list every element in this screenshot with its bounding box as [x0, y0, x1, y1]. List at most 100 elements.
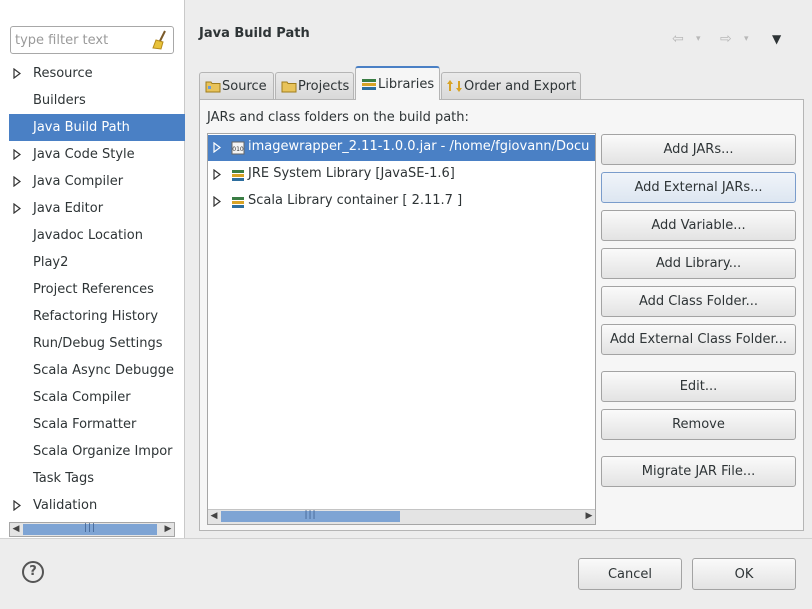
sidebar-item-run-debug-settings[interactable]: Run/Debug Settings — [0, 330, 185, 357]
libraries-icon — [362, 79, 376, 90]
source-folder-icon — [205, 81, 221, 93]
expand-arrow-icon[interactable] — [13, 500, 21, 511]
sidebar-item-label: Scala Compiler — [33, 390, 131, 405]
help-icon[interactable]: ? — [22, 561, 44, 583]
tab-label: Order and Export — [464, 79, 577, 94]
sidebar-item-scala-compiler[interactable]: Scala Compiler — [0, 384, 185, 411]
sidebar-item-label: Project References — [33, 282, 154, 297]
preference-tree: Resource Builders Java Build Path Java C… — [0, 60, 185, 519]
sidebar-item-java-editor[interactable]: Java Editor — [0, 195, 185, 222]
add-external-class-folder-button[interactable]: Add External Class Folder... — [601, 324, 796, 355]
tab-source[interactable]: Source — [199, 72, 274, 100]
expand-arrow-icon[interactable] — [13, 176, 21, 187]
sidebar-item-label: Scala Organize Impor — [33, 444, 173, 459]
sidebar-item-label: Refactoring History — [33, 309, 159, 324]
remove-button[interactable]: Remove — [601, 409, 796, 440]
list-item[interactable]: 010 imagewrapper_2.11-1.0.0.jar - /home/… — [208, 135, 595, 161]
tab-order-and-export[interactable]: Order and Export — [441, 72, 581, 100]
footer-divider — [0, 538, 812, 539]
sidebar-item-java-code-style[interactable]: Java Code Style — [0, 141, 185, 168]
add-library-button[interactable]: Add Library... — [601, 248, 796, 279]
sidebar-item-play2[interactable]: Play2 — [0, 249, 185, 276]
back-dropdown-icon[interactable]: ▾ — [696, 30, 701, 48]
sidebar-item-java-build-path[interactable]: Java Build Path — [9, 114, 185, 141]
tab-label: Source — [222, 79, 267, 94]
sidebar-item-java-compiler[interactable]: Java Compiler — [0, 168, 185, 195]
sidebar-item-resource[interactable]: Resource — [0, 60, 185, 87]
add-variable-button[interactable]: Add Variable... — [601, 210, 796, 241]
page-title: Java Build Path — [199, 26, 310, 41]
sidebar-item-builders[interactable]: Builders — [0, 87, 185, 114]
sidebar-item-label: Resource — [33, 66, 93, 81]
expand-arrow-icon[interactable] — [213, 169, 221, 180]
sidebar-item-scala-organize-imports[interactable]: Scala Organize Impor — [0, 438, 185, 465]
sidebar-item-label: Java Build Path — [33, 120, 130, 135]
add-external-jars-button[interactable]: Add External JARs... — [601, 172, 796, 203]
scroll-left-arrow-icon[interactable]: ◀ — [10, 523, 22, 536]
broom-icon[interactable] — [151, 30, 169, 50]
projects-folder-icon — [281, 81, 297, 93]
order-export-icon — [447, 80, 462, 92]
expand-arrow-icon[interactable] — [213, 196, 221, 207]
tab-label: Libraries — [378, 77, 435, 92]
add-jars-button[interactable]: Add JARs... — [601, 134, 796, 165]
sidebar-item-label: Play2 — [33, 255, 69, 270]
sidebar-item-validation[interactable]: Validation — [0, 492, 185, 519]
sidebar-item-label: Java Editor — [33, 201, 104, 216]
sidebar-item-label: Scala Async Debugge — [33, 363, 174, 378]
add-class-folder-button[interactable]: Add Class Folder... — [601, 286, 796, 317]
tab-projects[interactable]: Projects — [275, 72, 354, 100]
scrollbar-thumb[interactable]: ||| — [221, 510, 400, 522]
sidebar-item-label: Validation — [33, 498, 98, 513]
ok-button[interactable]: OK — [692, 558, 796, 590]
section-label: JARs and class folders on the build path… — [207, 110, 469, 125]
sidebar-item-label: Scala Formatter — [33, 417, 137, 432]
scrollbar-thumb[interactable]: ||| — [23, 523, 157, 535]
forward-arrow-icon[interactable]: ⇨ — [720, 30, 732, 48]
scroll-right-arrow-icon[interactable]: ▶ — [162, 523, 174, 536]
svg-text:010: 010 — [232, 146, 244, 153]
library-entry-label: imagewrapper_2.11-1.0.0.jar - /home/fgio… — [248, 139, 590, 154]
sidebar-item-refactoring-history[interactable]: Refactoring History — [0, 303, 185, 330]
preferences-sidebar: Resource Builders Java Build Path Java C… — [0, 0, 185, 538]
list-item[interactable]: JRE System Library [JavaSE-1.6] — [208, 162, 595, 188]
tab-libraries[interactable]: Libraries — [355, 66, 440, 100]
tab-label: Projects — [298, 79, 350, 94]
sidebar-item-label: Task Tags — [33, 471, 94, 486]
sidebar-horizontal-scrollbar[interactable]: ◀ ||| ▶ — [9, 522, 175, 537]
filter-field[interactable] — [10, 26, 174, 54]
expand-arrow-icon[interactable] — [213, 142, 221, 153]
sidebar-item-label: Java Compiler — [33, 174, 124, 189]
forward-dropdown-icon[interactable]: ▾ — [744, 30, 749, 48]
sidebar-item-javadoc-location[interactable]: Javadoc Location — [0, 222, 185, 249]
cancel-button[interactable]: Cancel — [578, 558, 682, 590]
filter-input[interactable] — [15, 30, 149, 50]
sidebar-item-label: Run/Debug Settings — [33, 336, 163, 351]
list-item[interactable]: Scala Library container [ 2.11.7 ] — [208, 189, 595, 215]
migrate-jar-file-button[interactable]: Migrate JAR File... — [601, 456, 796, 487]
library-entry-label: JRE System Library [JavaSE-1.6] — [248, 166, 455, 181]
grip-icon: ||| — [83, 523, 97, 533]
scroll-right-arrow-icon[interactable]: ▶ — [583, 510, 595, 523]
sidebar-item-label: Javadoc Location — [33, 228, 143, 243]
expand-arrow-icon[interactable] — [13, 68, 21, 79]
scroll-left-arrow-icon[interactable]: ◀ — [208, 510, 220, 523]
edit-button[interactable]: Edit... — [601, 371, 796, 402]
jar-icon: 010 — [231, 141, 245, 155]
library-icon — [232, 197, 244, 208]
sidebar-item-label: Builders — [33, 93, 86, 108]
page-navigation: ⇦ ▾ ⇨ ▾ ▼ — [672, 30, 798, 48]
back-arrow-icon[interactable]: ⇦ — [672, 30, 684, 48]
sidebar-item-scala-async-debugger[interactable]: Scala Async Debugge — [0, 357, 185, 384]
sidebar-item-project-references[interactable]: Project References — [0, 276, 185, 303]
expand-arrow-icon[interactable] — [13, 203, 21, 214]
sidebar-item-label: Java Code Style — [33, 147, 135, 162]
library-icon — [232, 170, 244, 181]
build-path-horizontal-scrollbar[interactable]: ◀ ||| ▶ — [208, 509, 595, 524]
sidebar-item-scala-formatter[interactable]: Scala Formatter — [0, 411, 185, 438]
grip-icon: ||| — [304, 510, 317, 520]
build-path-tree[interactable]: 010 imagewrapper_2.11-1.0.0.jar - /home/… — [207, 133, 596, 525]
view-menu-icon[interactable]: ▼ — [772, 30, 781, 48]
expand-arrow-icon[interactable] — [13, 149, 21, 160]
sidebar-item-task-tags[interactable]: Task Tags — [0, 465, 185, 492]
